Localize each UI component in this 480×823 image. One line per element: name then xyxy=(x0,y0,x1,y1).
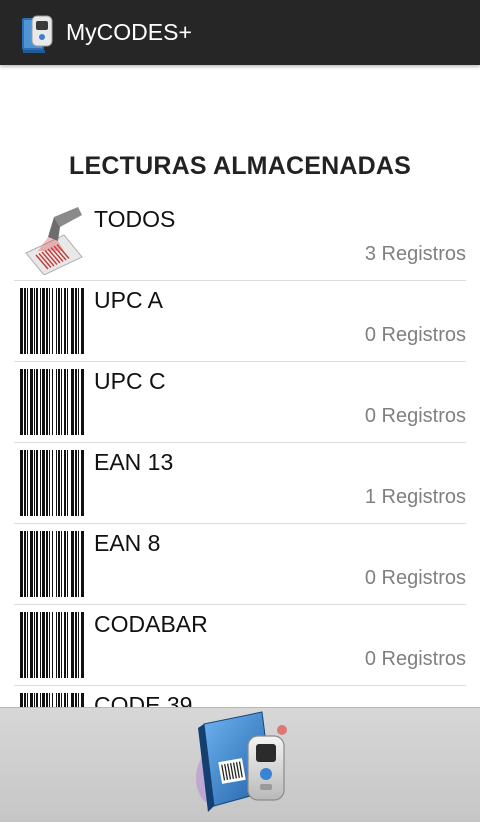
record-type-name: EAN 8 xyxy=(94,530,161,556)
barcode-icon xyxy=(18,286,86,356)
page-title: LECTURAS ALMACENADAS xyxy=(69,152,411,180)
barcode-icon xyxy=(18,529,86,599)
list-item[interactable]: EAN 8 0 Registros xyxy=(14,524,466,605)
record-type-name: CODE 39 xyxy=(94,692,193,707)
list-item[interactable]: UPC C 0 Registros xyxy=(14,362,466,443)
barcode-icon xyxy=(18,691,86,707)
records-list: TODOS 3 Registros UPC A 0 Registros UPC … xyxy=(14,200,466,707)
record-count: 0 Registros xyxy=(364,567,466,589)
record-count: 0 Registros xyxy=(364,324,466,346)
scanner-icon xyxy=(18,205,86,276)
record-type-name: UPC A xyxy=(94,287,164,313)
app-logo-icon[interactable] xyxy=(20,12,56,54)
app-logo-icon[interactable] xyxy=(190,708,290,818)
list-item[interactable]: CODE 39 xyxy=(14,686,466,707)
app-title: MyCODES+ xyxy=(66,19,192,45)
record-type-name: EAN 13 xyxy=(94,449,174,475)
list-item[interactable]: UPC A 0 Registros xyxy=(14,281,466,362)
list-item[interactable]: TODOS 3 Registros xyxy=(14,200,466,281)
barcode-icon xyxy=(18,367,86,437)
barcode-icon xyxy=(18,610,86,680)
barcode-icon xyxy=(18,448,86,518)
list-item[interactable]: EAN 13 1 Registros xyxy=(14,443,466,524)
record-count: 3 Registros xyxy=(364,243,466,265)
record-type-name: UPC C xyxy=(94,368,166,394)
list-item[interactable]: CODABAR 0 Registros xyxy=(14,605,466,686)
record-count: 0 Registros xyxy=(364,648,466,670)
record-count: 0 Registros xyxy=(364,405,466,427)
record-type-name: CODABAR xyxy=(94,611,208,637)
bottom-bar xyxy=(0,707,480,822)
record-type-name: TODOS xyxy=(94,206,176,232)
action-bar: MyCODES+ xyxy=(0,0,480,65)
record-count: 1 Registros xyxy=(364,486,466,508)
